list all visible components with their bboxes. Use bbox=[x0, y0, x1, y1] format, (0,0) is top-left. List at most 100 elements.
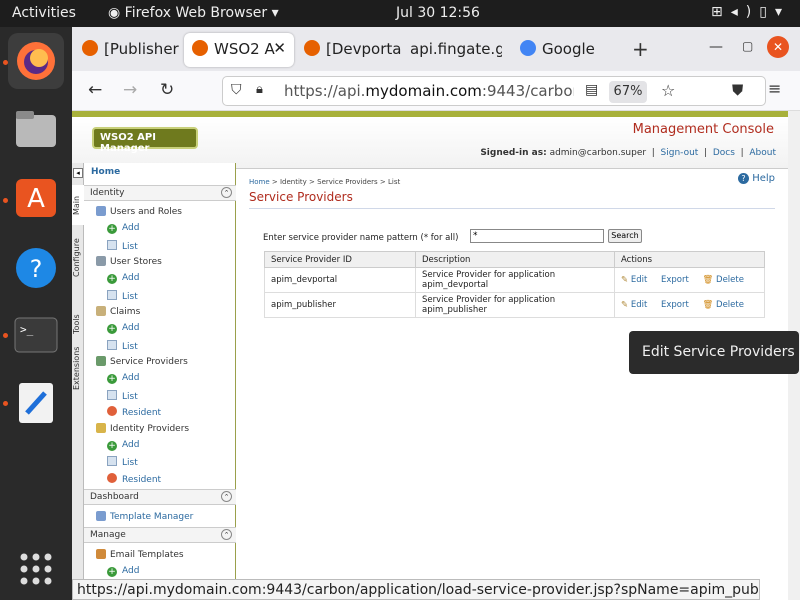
dock-software[interactable]: A bbox=[8, 169, 64, 225]
dock-text-editor[interactable] bbox=[8, 375, 64, 431]
export-label: Export bbox=[661, 300, 689, 310]
list-icon bbox=[107, 390, 117, 400]
nav-sp-list[interactable]: List bbox=[107, 390, 138, 402]
system-tray[interactable]: ⊞◂)▯▾ bbox=[711, 4, 790, 20]
collapse-section-icon[interactable]: ⌃ bbox=[221, 187, 232, 198]
dock-firefox[interactable] bbox=[8, 33, 64, 89]
svg-text:?: ? bbox=[30, 255, 43, 283]
edit-link[interactable]: ✎ Edit bbox=[621, 300, 647, 310]
minimize-icon[interactable]: — bbox=[709, 39, 723, 55]
search-button[interactable]: Search bbox=[608, 229, 642, 243]
clock[interactable]: Jul 30 12:56 bbox=[396, 5, 480, 21]
back-icon[interactable]: ← bbox=[88, 80, 102, 100]
reader-view-icon[interactable]: ▤ bbox=[585, 82, 598, 98]
nav-template-manager[interactable]: Template Manager bbox=[96, 511, 193, 522]
nav-section-dashboard[interactable]: Dashboard ⌃ bbox=[84, 489, 236, 505]
resident-icon bbox=[107, 473, 117, 483]
tab-wso2[interactable]: WSO2 A ✕ bbox=[184, 33, 294, 67]
users-icon bbox=[96, 206, 106, 216]
dock-files[interactable] bbox=[8, 101, 64, 157]
sp-description-cell: Service Provider for application apim_pub… bbox=[415, 292, 615, 318]
nav-users-roles[interactable]: Users and Roles bbox=[96, 206, 182, 217]
breadcrumb-rest: > Identity > Service Providers > List bbox=[269, 178, 401, 186]
add-icon: + bbox=[107, 441, 117, 451]
main-content: Home > Identity > Service Providers > Li… bbox=[249, 169, 788, 600]
collapse-section-icon[interactable]: ⌃ bbox=[221, 529, 232, 540]
nav-sp-add[interactable]: + Add bbox=[107, 373, 139, 384]
nav-claims-add[interactable]: + Add bbox=[107, 323, 139, 334]
reload-icon[interactable]: ↻ bbox=[160, 80, 174, 100]
page-title: Service Providers bbox=[249, 190, 353, 204]
nav-users-list[interactable]: List bbox=[107, 240, 138, 252]
tab-devportal[interactable]: [Devporta bbox=[296, 33, 404, 67]
nav-idp-resident[interactable]: Resident bbox=[107, 473, 161, 485]
delete-link[interactable]: 🗑︎ Delete bbox=[703, 300, 744, 310]
maximize-icon[interactable]: ▢ bbox=[742, 39, 753, 53]
collapse-section-icon[interactable]: ⌃ bbox=[221, 491, 232, 502]
dock-terminal[interactable]: >_ bbox=[8, 307, 64, 363]
description-line: Service Provider for application bbox=[422, 270, 556, 280]
nav-label: Users and Roles bbox=[110, 207, 182, 217]
about-link[interactable]: About bbox=[749, 148, 776, 158]
pocket-icon[interactable]: ⛊ bbox=[732, 81, 743, 99]
sp-id-cell: apim_devportal bbox=[264, 267, 416, 293]
tab-google[interactable]: Google bbox=[512, 33, 612, 67]
nav-sp-resident[interactable]: Resident bbox=[107, 406, 161, 418]
vtab-tools[interactable]: Tools bbox=[72, 310, 84, 338]
nav-idp-add[interactable]: + Add bbox=[107, 440, 139, 451]
nav-userstores-list[interactable]: List bbox=[107, 290, 138, 302]
activities-button[interactable]: Activities bbox=[12, 5, 76, 21]
hamburger-menu-icon[interactable]: ≡ bbox=[768, 79, 781, 98]
url-bar[interactable]: ⛉ 🔒︎ https://api.mydomain.com:9443/carbo… bbox=[222, 76, 766, 106]
dock-help[interactable]: ? bbox=[8, 240, 64, 296]
show-applications-button[interactable] bbox=[8, 541, 64, 597]
nav-idp-list[interactable]: List bbox=[107, 456, 138, 468]
nav-service-providers[interactable]: Service Providers bbox=[96, 356, 188, 367]
sp-actions-cell: ✎ Edit Export 🗑︎ Delete bbox=[614, 292, 765, 318]
bookmark-star-icon[interactable]: ☆ bbox=[661, 81, 675, 100]
collapse-nav-icon[interactable]: ◂ bbox=[73, 168, 83, 178]
zoom-level[interactable]: 67% bbox=[609, 81, 647, 103]
tab-label: api.fingate.go bbox=[410, 40, 502, 58]
logo-text: WSO2 API Manager bbox=[100, 132, 156, 154]
service-provider-icon bbox=[96, 356, 106, 366]
help-link[interactable]: ? Help bbox=[738, 173, 775, 184]
nav-home[interactable]: Home bbox=[91, 167, 120, 177]
search-input[interactable]: * bbox=[470, 229, 604, 243]
edit-link[interactable]: ✎ Edit bbox=[621, 275, 647, 285]
nav-label: Add bbox=[122, 373, 140, 383]
wso2-logo[interactable]: WSO2 API Manager bbox=[92, 127, 198, 154]
nav-claims-list[interactable]: List bbox=[107, 340, 138, 352]
nav-section-manage[interactable]: Manage ⌃ bbox=[84, 527, 236, 543]
app-menu[interactable]: ◉ Firefox Web Browser ▾ bbox=[108, 5, 279, 21]
wso2-favicon-icon bbox=[82, 40, 98, 56]
edit-label: Edit bbox=[630, 300, 648, 310]
new-tab-icon[interactable]: + bbox=[632, 37, 649, 61]
export-link[interactable]: Export bbox=[661, 300, 689, 310]
nav-user-stores[interactable]: User Stores bbox=[96, 256, 162, 267]
nav-claims[interactable]: Claims bbox=[96, 306, 140, 317]
delete-link[interactable]: 🗑︎ Delete bbox=[703, 275, 744, 285]
nav-users-add[interactable]: + Add bbox=[107, 223, 139, 234]
tab-fingate[interactable]: api.fingate.go bbox=[402, 33, 502, 67]
nav-userstores-add[interactable]: + Add bbox=[107, 273, 139, 284]
nav-email-add[interactable]: + Add bbox=[107, 566, 139, 577]
close-window-icon[interactable]: ✕ bbox=[767, 36, 789, 58]
forward-icon[interactable]: → bbox=[123, 80, 137, 100]
breadcrumb-home[interactable]: Home bbox=[249, 178, 270, 186]
tab-publisher[interactable]: [Publisher bbox=[74, 33, 182, 67]
wso2-favicon-icon bbox=[304, 40, 320, 56]
vtab-extensions[interactable]: Extensions bbox=[72, 343, 84, 393]
vtab-configure[interactable]: Configure bbox=[72, 233, 84, 283]
sign-out-link[interactable]: Sign-out bbox=[661, 148, 699, 158]
chevron-down-icon: ▾ bbox=[774, 4, 790, 20]
export-link[interactable]: Export bbox=[661, 275, 689, 285]
lock-icon: 🔒︎ bbox=[256, 82, 263, 97]
close-tab-icon[interactable]: ✕ bbox=[273, 39, 286, 57]
nav-identity-providers[interactable]: Identity Providers bbox=[96, 423, 189, 434]
vtab-main[interactable]: Main bbox=[72, 185, 84, 225]
nav-email-templates[interactable]: Email Templates bbox=[96, 549, 184, 560]
app-name: Firefox Web Browser bbox=[124, 5, 268, 21]
docs-link[interactable]: Docs bbox=[713, 148, 735, 158]
nav-section-identity[interactable]: Identity ⌃ bbox=[84, 185, 236, 201]
